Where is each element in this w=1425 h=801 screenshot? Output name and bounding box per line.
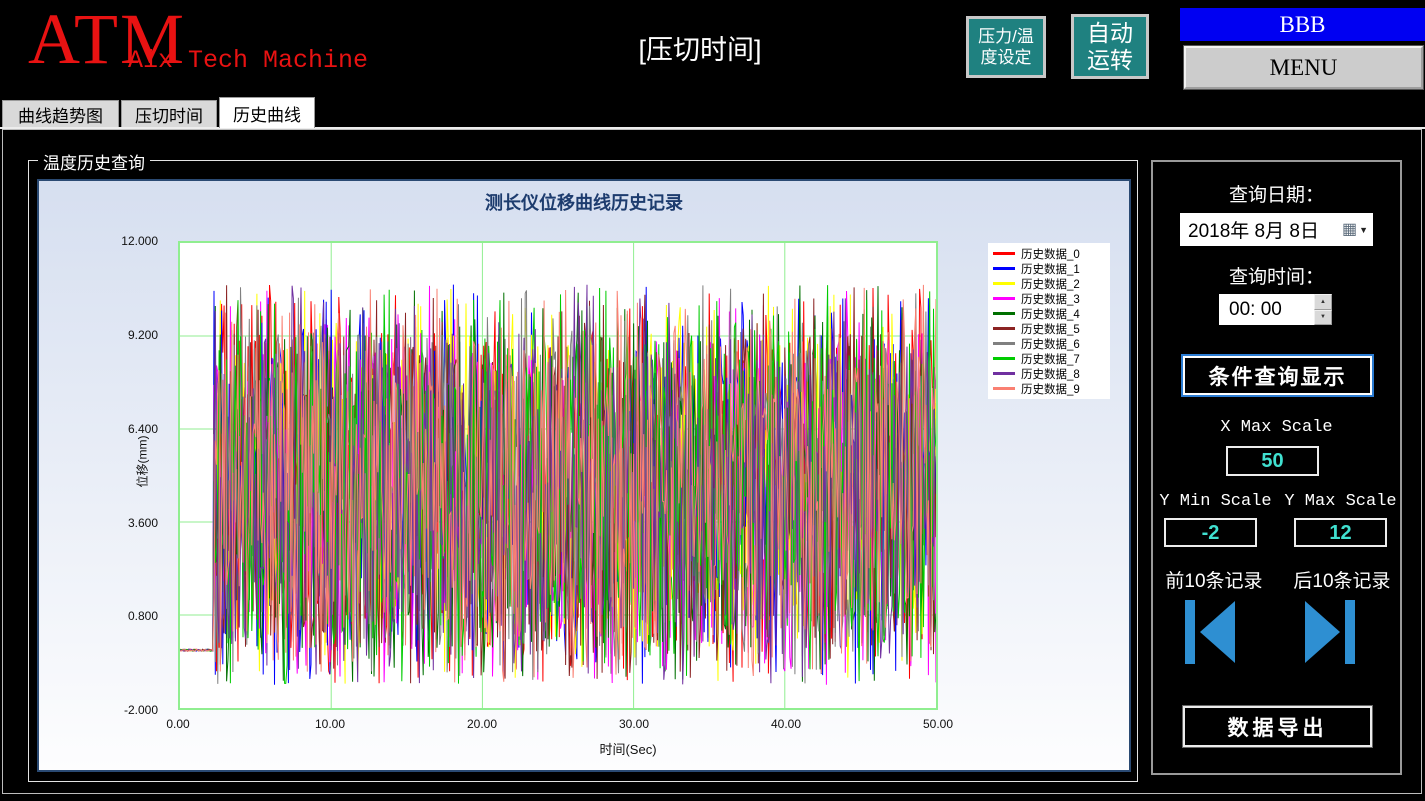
legend-swatch xyxy=(993,282,1015,285)
status-banner: BBB xyxy=(1180,8,1425,41)
legend-item: 历史数据_0 xyxy=(993,246,1105,261)
x-axis-label: 时间(Sec) xyxy=(599,742,657,757)
content-frame: 温度历史查询 测长仪位移曲线历史记录 12.000 9.200 6.400 3.… xyxy=(2,129,1422,794)
legend-label: 历史数据_3 xyxy=(1021,293,1080,306)
y-max-scale-label: Y Max Scale xyxy=(1284,492,1397,511)
next-records-label: 后10条记录 xyxy=(1293,571,1391,592)
legend-swatch xyxy=(993,387,1015,390)
y-min-scale-field[interactable]: -2 xyxy=(1164,518,1257,547)
page-title: [压切时间] xyxy=(638,35,762,65)
logo-subtitle: Aix Tech Machine xyxy=(128,46,369,75)
pressure-temp-line1: 压力/温 xyxy=(978,26,1034,46)
y-tick-label: 12.000 xyxy=(121,234,158,248)
legend-swatch xyxy=(993,267,1015,270)
legend-swatch xyxy=(993,252,1015,255)
menu-button[interactable]: MENU xyxy=(1184,46,1423,89)
legend-label: 历史数据_7 xyxy=(1021,353,1080,366)
legend-item: 历史数据_4 xyxy=(993,306,1105,321)
data-export-button[interactable]: 数据导出 xyxy=(1183,706,1372,747)
query-panel: 查询日期： 2018年 8月 8日 ▦ ▼ 查询时间： 00: 00 ▲ ▼ 条… xyxy=(1151,160,1402,775)
legend-item: 历史数据_6 xyxy=(993,336,1105,351)
legend-item: 历史数据_9 xyxy=(993,381,1105,396)
y-min-scale-label: Y Min Scale xyxy=(1159,492,1272,511)
y-tick-label: -2.000 xyxy=(123,703,158,717)
y-tick-label: 9.200 xyxy=(127,328,158,342)
legend-swatch xyxy=(993,372,1015,375)
auto-run-button[interactable]: 自动 运转 xyxy=(1071,14,1149,79)
spinner-up-button[interactable]: ▲ xyxy=(1314,294,1332,310)
query-date-picker[interactable]: 2018年 8月 8日 ▦ ▼ xyxy=(1180,213,1373,246)
next-records-button[interactable] xyxy=(1303,600,1355,664)
chevron-down-icon: ▼ xyxy=(1359,224,1368,235)
y-axis-label: 位移(mm) xyxy=(135,435,150,488)
spinner-down-button[interactable]: ▼ xyxy=(1314,309,1332,325)
x-tick-label: 40.00 xyxy=(770,717,802,731)
hmi-screen: ATM Aix Tech Machine [压切时间] 压力/温 度设定 自动 … xyxy=(0,0,1425,801)
temperature-history-groupbox: 温度历史查询 测长仪位移曲线历史记录 12.000 9.200 6.400 3.… xyxy=(28,149,1138,782)
x-tick-label: 50.00 xyxy=(922,717,954,731)
legend-item: 历史数据_3 xyxy=(993,291,1105,306)
calendar-dropdown-button[interactable]: ▦ ▼ xyxy=(1341,220,1373,238)
plot-svg xyxy=(180,243,936,708)
query-date-value: 2018年 8月 8日 xyxy=(1188,221,1319,242)
legend-swatch xyxy=(993,342,1015,345)
y-max-scale-field[interactable]: 12 xyxy=(1294,518,1387,547)
legend-item: 历史数据_2 xyxy=(993,276,1105,291)
conditional-query-button[interactable]: 条件查询显示 xyxy=(1183,356,1372,395)
y-tick-label: 0.800 xyxy=(127,609,158,623)
tab-press-cut-time[interactable]: 压切时间 xyxy=(121,100,217,127)
auto-run-line1: 自动 xyxy=(1087,20,1133,47)
legend-item: 历史数据_5 xyxy=(993,321,1105,336)
legend-item: 历史数据_8 xyxy=(993,366,1105,381)
y-tick-label: 3.600 xyxy=(127,516,158,530)
legend-label: 历史数据_4 xyxy=(1021,308,1080,321)
legend-swatch xyxy=(993,297,1015,300)
legend-label: 历史数据_0 xyxy=(1021,248,1080,261)
pressure-temp-settings-button[interactable]: 压力/温 度设定 xyxy=(966,16,1046,78)
legend-label: 历史数据_2 xyxy=(1021,278,1080,291)
query-date-label: 查询日期： xyxy=(1228,185,1324,206)
history-chart: 测长仪位移曲线历史记录 12.000 9.200 6.400 3.600 0.8… xyxy=(37,179,1131,772)
time-spinner: ▲ ▼ xyxy=(1314,294,1332,325)
x-tick-label: 20.00 xyxy=(466,717,498,731)
tab-history-curve[interactable]: 历史曲线 xyxy=(219,97,315,128)
x-tick-label: 10.00 xyxy=(314,717,346,731)
legend-label: 历史数据_8 xyxy=(1021,368,1080,381)
query-time-label: 查询时间： xyxy=(1228,267,1324,288)
x-max-scale-field[interactable]: 50 xyxy=(1226,446,1319,476)
chart-title: 测长仪位移曲线历史记录 xyxy=(485,193,683,213)
prev-records-button[interactable] xyxy=(1185,600,1237,664)
legend-label: 历史数据_6 xyxy=(1021,338,1080,351)
legend-label: 历史数据_5 xyxy=(1021,323,1080,336)
legend-label: 历史数据_9 xyxy=(1021,383,1080,396)
legend-item: 历史数据_1 xyxy=(993,261,1105,276)
groupbox-title: 温度历史查询 xyxy=(38,149,150,174)
query-time-input[interactable]: 00: 00 ▲ ▼ xyxy=(1219,294,1332,325)
legend-label: 历史数据_1 xyxy=(1021,263,1080,276)
query-time-value: 00: 00 xyxy=(1229,298,1282,320)
pressure-temp-line2: 度设定 xyxy=(980,48,1032,67)
legend-item: 历史数据_7 xyxy=(993,351,1105,366)
legend-swatch xyxy=(993,357,1015,360)
chart-plot-area xyxy=(178,241,938,710)
x-tick-label: 30.00 xyxy=(618,717,650,731)
auto-run-line2: 运转 xyxy=(1087,46,1133,73)
x-max-scale-label: X Max Scale xyxy=(1220,418,1333,437)
chart-legend: 历史数据_0 历史数据_1 历史数据_2 历史数据_3 历史数据_4 历史数据_5 历史数据… xyxy=(988,243,1110,399)
prev-records-label: 前10条记录 xyxy=(1165,571,1263,592)
legend-swatch xyxy=(993,312,1015,315)
legend-swatch xyxy=(993,327,1015,330)
tab-curve-trend[interactable]: 曲线趋势图 xyxy=(2,100,119,127)
x-tick-label: 0.00 xyxy=(166,717,190,731)
calendar-icon: ▦ xyxy=(1341,220,1358,238)
